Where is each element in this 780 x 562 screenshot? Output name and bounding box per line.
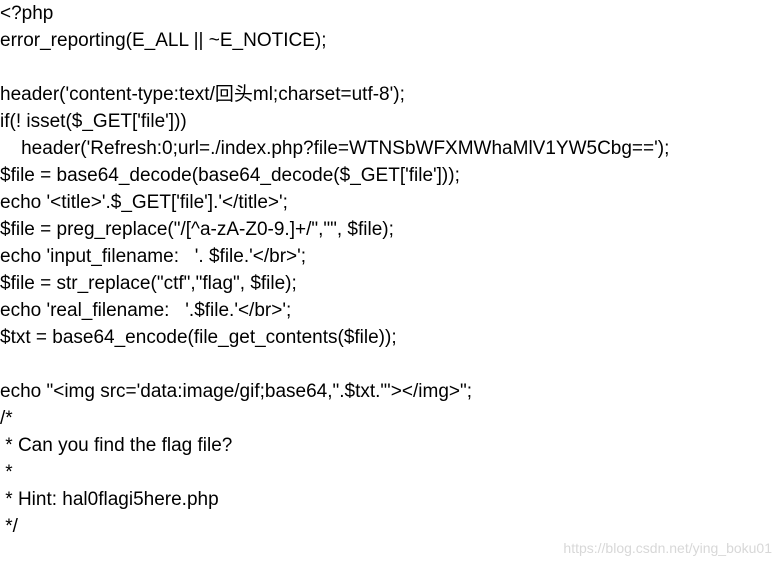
code-line: * Can you find the flag file? [0,435,233,456]
code-line: * [0,462,13,483]
code-line: echo "<img src='data:image/gif;base64,".… [0,381,473,402]
code-line: * Hint: hal0flagi5here.php [0,489,219,510]
code-line: header('Refresh:0;url=./index.php?file=W… [0,138,670,159]
code-line: echo '<title>'.$_GET['file'].'</title>'; [0,192,288,213]
code-line: $file = base64_decode(base64_decode($_GE… [0,165,460,186]
code-line: echo 'input_filename: '. $file.'</br>'; [0,246,307,267]
code-line: */ [0,516,18,537]
code-line: /* [0,408,13,429]
code-line: $txt = base64_encode(file_get_contents($… [0,327,397,348]
code-line: $file = str_replace("ctf","flag", $file)… [0,273,297,294]
code-line: <?php [0,3,54,24]
code-line: if(! isset($_GET['file'])) [0,111,187,132]
code-line: $file = preg_replace("/[^a-zA-Z0-9.]+/",… [0,219,394,240]
watermark-text: https://blog.csdn.net/ying_boku01 [563,540,772,556]
code-line: header('content-type:text/回头ml;charset=u… [0,84,405,105]
code-line: error_reporting(E_ALL || ~E_NOTICE); [0,30,327,51]
code-line: echo 'real_filename: '.$file.'</br>'; [0,300,292,321]
code-listing: <?php error_reporting(E_ALL || ~E_NOTICE… [0,0,780,540]
